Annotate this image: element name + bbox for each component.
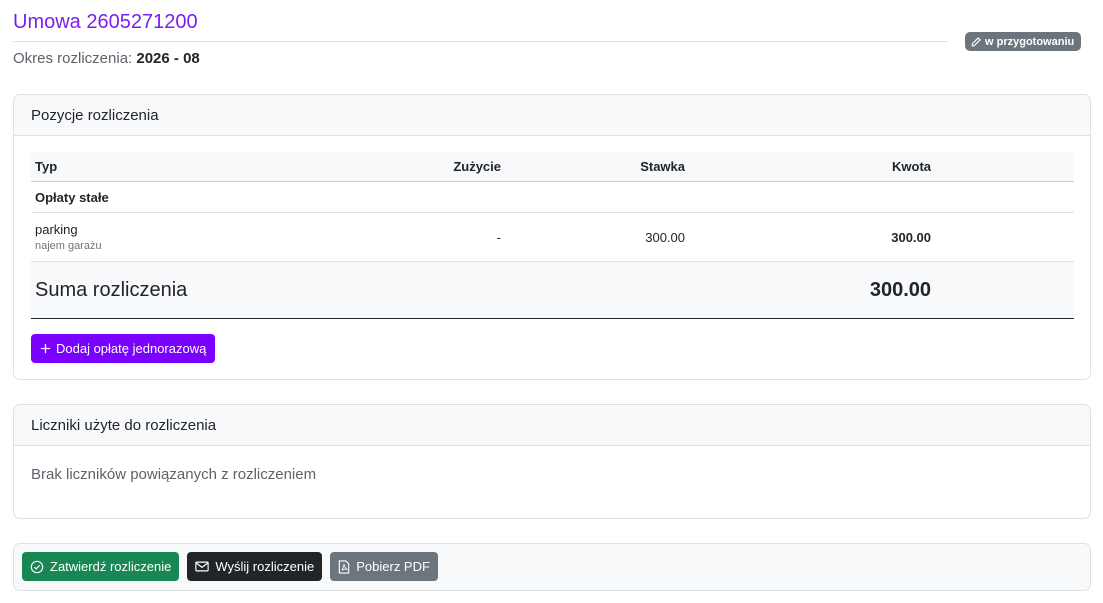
billing-period: Okres rozliczenia: 2026 - 08 xyxy=(13,50,200,68)
item-type-cell: parking najem garażu xyxy=(35,213,102,261)
table-row: parking najem garażu - 300.00 300.00 xyxy=(31,213,1074,262)
title-divider xyxy=(13,41,948,42)
download-pdf-label: Pobierz PDF xyxy=(356,559,430,574)
pencil-icon xyxy=(971,36,981,47)
table-header-row: Typ Zużycie Stawka Kwota xyxy=(31,152,1074,182)
download-pdf-button[interactable]: Pobierz PDF xyxy=(330,552,438,581)
column-header-amount: Kwota xyxy=(892,159,931,174)
page-title: Umowa 2605271200 xyxy=(13,11,198,33)
positions-card-title: Pozycje rozliczenia xyxy=(14,95,1090,136)
sum-value: 300.00 xyxy=(869,278,931,301)
status-label: w przygotowaniu xyxy=(985,35,1075,48)
positions-table: Typ Zużycie Stawka Kwota Opłaty stałe pa… xyxy=(31,152,1074,319)
send-settlement-button[interactable]: Wyślij rozliczenie xyxy=(187,552,323,581)
approve-settlement-button[interactable]: Zatwierdź rozliczenie xyxy=(22,552,180,581)
item-amount: 300.00 xyxy=(891,229,931,245)
envelope-icon xyxy=(195,560,210,573)
item-name: parking xyxy=(35,222,78,237)
item-description: najem garażu xyxy=(35,240,102,252)
approve-settlement-label: Zatwierdź rozliczenie xyxy=(50,559,172,574)
check-circle-icon xyxy=(30,560,44,574)
group-row: Opłaty stałe xyxy=(31,182,1074,213)
period-label: Okres rozliczenia: xyxy=(13,50,133,67)
column-header-rate: Stawka xyxy=(640,159,685,174)
period-value: 2026 - 08 xyxy=(136,50,200,67)
column-header-usage: Zużycie xyxy=(453,159,501,174)
column-header-type: Typ xyxy=(35,159,58,174)
status-badge: w przygotowaniu xyxy=(965,32,1082,51)
add-one-time-fee-label: Dodaj opłatę jednorazową xyxy=(56,341,207,356)
sum-row: Suma rozliczenia 300.00 xyxy=(31,262,1074,319)
item-rate: 300.00 xyxy=(645,229,685,245)
meters-empty-text: Brak liczników powiązanych z rozliczenie… xyxy=(31,466,317,483)
positions-card: Pozycje rozliczenia Typ Zużycie Stawka K… xyxy=(13,94,1091,380)
actions-card: Zatwierdź rozliczenie Wyślij rozliczenie… xyxy=(13,543,1091,591)
meters-card-title: Liczniki użyte do rozliczenia xyxy=(14,405,1090,446)
plus-icon xyxy=(40,343,51,354)
item-usage: - xyxy=(496,229,501,245)
action-buttons: Zatwierdź rozliczenie Wyślij rozliczenie… xyxy=(22,552,438,581)
pdf-file-icon xyxy=(338,559,350,574)
send-settlement-label: Wyślij rozliczenie xyxy=(215,559,315,574)
meters-card: Liczniki użyte do rozliczenia Brak liczn… xyxy=(13,404,1091,519)
sum-label: Suma rozliczenia xyxy=(35,278,188,301)
group-label: Opłaty stałe xyxy=(35,189,109,205)
add-one-time-fee-button[interactable]: Dodaj opłatę jednorazową xyxy=(31,334,216,363)
